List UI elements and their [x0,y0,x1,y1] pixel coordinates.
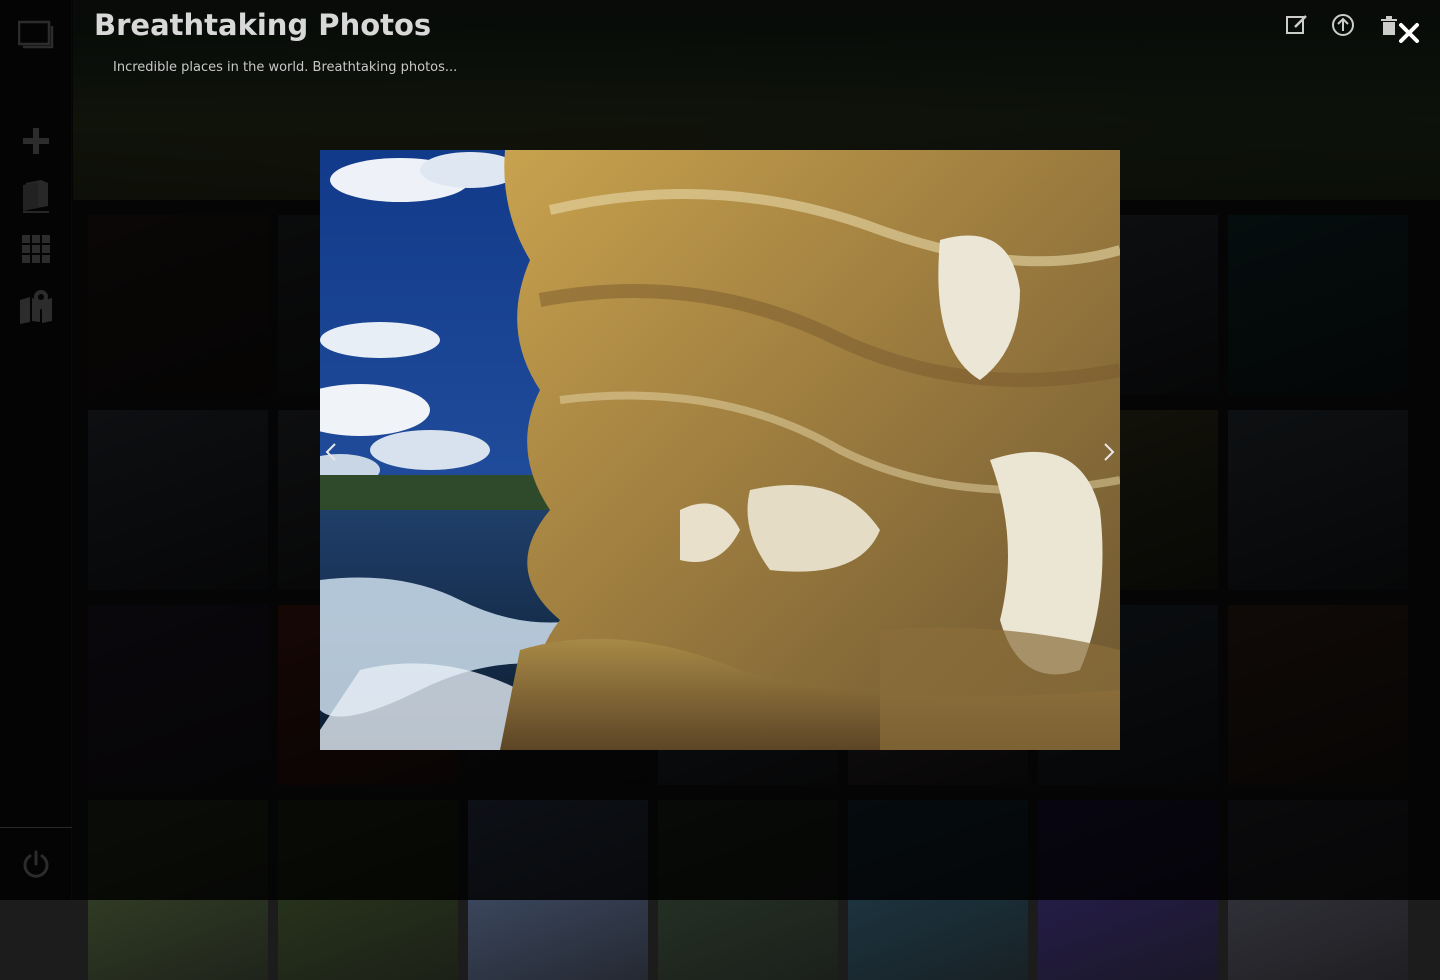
edit-button[interactable] [1284,12,1310,38]
album-title: Breathtaking Photos [94,8,432,42]
chevron-right-icon[interactable] [1096,440,1120,464]
edit-icon [1286,15,1307,34]
delete-button[interactable] [1376,12,1402,38]
chevron-left-icon[interactable] [320,440,344,464]
upload-button[interactable] [1330,12,1356,38]
trash-icon [1381,16,1397,35]
lightbox-image[interactable] [320,150,1120,750]
album-actions [1284,12,1402,38]
upload-icon [1332,14,1354,36]
album-description: Incredible places in the world. Breathta… [113,60,458,75]
photo-painted-cliffs [320,150,1120,750]
